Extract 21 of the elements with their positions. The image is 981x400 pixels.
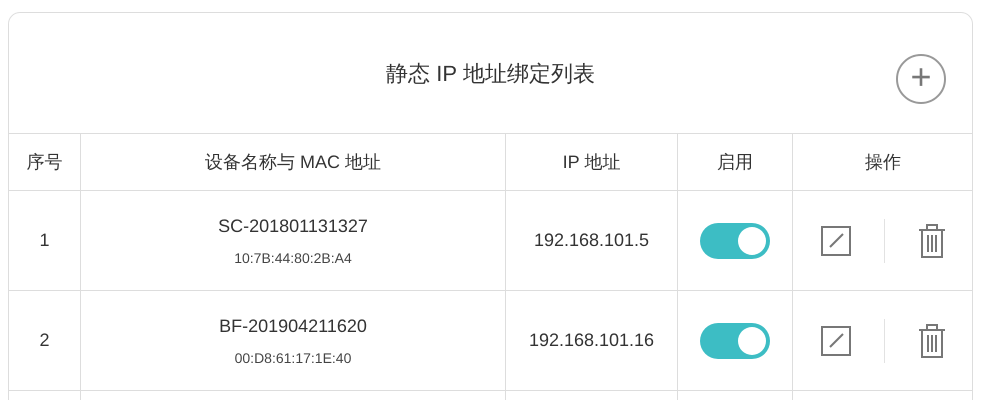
column-header: 操作 — [865, 150, 901, 174]
edit-icon[interactable] — [820, 324, 852, 356]
column-header: IP 地址 — [562, 150, 620, 174]
mac-address: 10:7B:44:80:2B:A4 — [234, 248, 352, 268]
device-name: BF-201904211620 — [219, 314, 367, 338]
trash-icon[interactable] — [916, 322, 946, 358]
column-header: 启用 — [717, 150, 753, 174]
trash-icon[interactable] — [916, 222, 946, 258]
toggle-switch[interactable] — [700, 222, 770, 258]
column-header: 设备名称与 MAC 地址 — [204, 150, 381, 174]
device-name: SC-201801131327 — [218, 214, 368, 238]
column-header: 序号 — [26, 150, 62, 174]
edit-icon[interactable] — [820, 224, 852, 256]
ip-address: 192.168.101.5 — [534, 229, 650, 252]
table-title: 静态 IP 地址绑定列表 — [386, 60, 595, 88]
mac-address: 00:D8:61:17:1E:40 — [234, 348, 352, 368]
toggle-switch[interactable] — [700, 322, 770, 358]
row-number: 2 — [39, 329, 50, 352]
ip-address: 192.168.101.16 — [528, 329, 654, 352]
add-button[interactable]: + — [896, 54, 946, 104]
row-number: 1 — [39, 229, 50, 252]
